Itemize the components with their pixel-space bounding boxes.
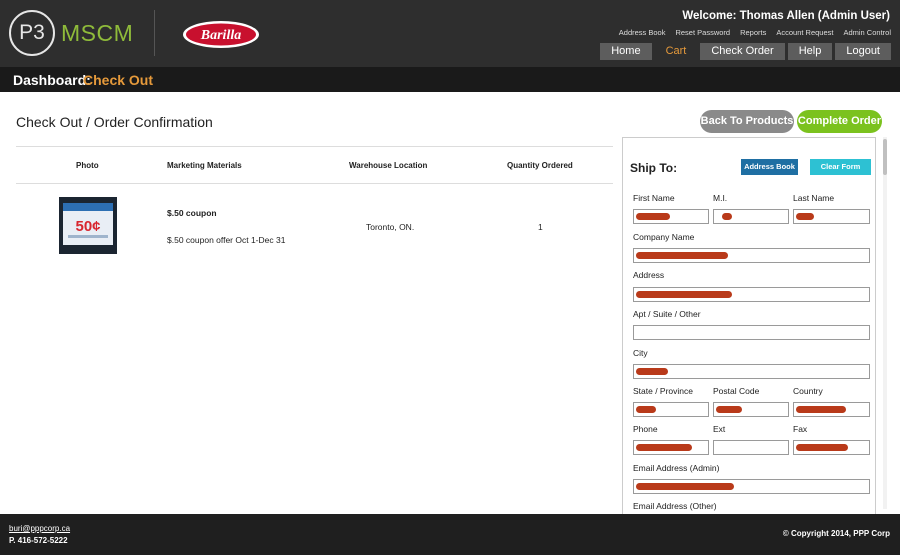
- footer-email-link[interactable]: buri@pppcorp.ca: [9, 524, 70, 533]
- column-header-materials: Marketing Materials: [167, 161, 242, 170]
- link-reset-password[interactable]: Reset Password: [675, 28, 730, 37]
- redaction-mark: [636, 368, 668, 375]
- phone-label: Phone: [633, 424, 658, 434]
- mi-label: M.I.: [713, 193, 728, 203]
- nav-cart[interactable]: Cart: [654, 43, 698, 60]
- barilla-logo: Barilla: [183, 21, 259, 48]
- svg-text:Barilla: Barilla: [200, 28, 241, 43]
- column-header-quantity: Quantity Ordered: [507, 161, 573, 170]
- last-name-label: Last Name: [793, 193, 835, 203]
- redaction-mark: [636, 252, 728, 259]
- link-account-request[interactable]: Account Request: [776, 28, 833, 37]
- logo-divider: [154, 10, 155, 56]
- nav-home[interactable]: Home: [600, 43, 652, 60]
- back-to-products-button[interactable]: Back To Products: [700, 110, 794, 133]
- dashboard-label: Dashboard:: [13, 72, 91, 88]
- clear-form-button[interactable]: Clear Form: [810, 159, 871, 175]
- main-nav: Home Cart Check Order Help Logout: [600, 43, 891, 60]
- complete-order-button[interactable]: Complete Order: [797, 110, 882, 133]
- state-label: State / Province: [633, 386, 694, 396]
- svg-text:50¢: 50¢: [75, 218, 100, 235]
- apt-field[interactable]: [633, 325, 870, 340]
- dashboard-bar: Dashboard: Check Out: [0, 67, 900, 92]
- address-field[interactable]: [633, 287, 870, 302]
- ext-field[interactable]: [713, 440, 789, 455]
- product-thumbnail[interactable]: 50¢: [59, 197, 117, 254]
- item-warehouse: Toronto, ON.: [366, 222, 415, 232]
- nav-logout[interactable]: Logout: [835, 43, 891, 60]
- footer-copyright: © Copyright 2014, PPP Corp: [782, 529, 890, 538]
- nav-help[interactable]: Help: [787, 43, 833, 60]
- nav-check-order[interactable]: Check Order: [700, 43, 785, 60]
- postal-label: Postal Code: [713, 386, 760, 396]
- scrollbar-track: [883, 137, 887, 509]
- last-name-field[interactable]: [793, 209, 870, 224]
- email-admin-label: Email Address (Admin): [633, 463, 720, 473]
- redaction-mark: [636, 406, 656, 413]
- ship-to-title: Ship To:: [630, 161, 678, 175]
- link-address-book[interactable]: Address Book: [619, 28, 666, 37]
- scrollbar-thumb[interactable]: [883, 139, 887, 175]
- table-header-rule: [16, 183, 613, 184]
- country-label: Country: [793, 386, 823, 396]
- p3-logo[interactable]: P3: [9, 10, 55, 56]
- city-label: City: [633, 348, 648, 358]
- footer: buri@pppcorp.ca P. 416-572-5222 © Copyri…: [0, 514, 900, 555]
- column-header-warehouse: Warehouse Location: [349, 161, 428, 170]
- city-field[interactable]: [633, 364, 870, 379]
- table-top-rule: [16, 146, 613, 147]
- redaction-mark: [796, 406, 846, 413]
- postal-field[interactable]: [713, 402, 789, 417]
- page-title: Check Out / Order Confirmation: [16, 114, 213, 130]
- state-field[interactable]: [633, 402, 709, 417]
- address-label: Address: [633, 270, 665, 280]
- item-name: $.50 coupon: [167, 208, 217, 218]
- top-links: Address Book Reset Password Reports Acco…: [619, 28, 891, 37]
- redaction-mark: [636, 483, 734, 490]
- link-reports[interactable]: Reports: [740, 28, 766, 37]
- top-header: P3 MSCM Barilla Welcome: Thomas Allen (A…: [0, 0, 900, 67]
- column-header-photo: Photo: [76, 161, 99, 170]
- app-logo-text: MSCM: [61, 20, 134, 46]
- redaction-mark: [796, 213, 814, 220]
- email-other-label: Email Address (Other): [633, 501, 717, 511]
- current-page-label: Check Out: [83, 72, 154, 88]
- redaction-mark: [796, 444, 848, 451]
- panel-scrollbar[interactable]: [880, 137, 888, 509]
- ship-to-panel: Ship To: Address Book Clear Form First N…: [622, 137, 876, 515]
- first-name-label: First Name: [633, 193, 675, 203]
- redaction-mark: [722, 213, 732, 220]
- footer-phone: P. 416-572-5222: [9, 536, 68, 545]
- item-description: $.50 coupon offer Oct 1-Dec 31: [167, 235, 286, 245]
- address-book-button[interactable]: Address Book: [741, 159, 798, 175]
- email-admin-field[interactable]: [633, 479, 870, 494]
- ext-label: Ext: [713, 424, 726, 434]
- redaction-mark: [716, 406, 742, 413]
- link-admin-control[interactable]: Admin Control: [843, 28, 891, 37]
- country-field[interactable]: [793, 402, 870, 417]
- phone-field[interactable]: [633, 440, 709, 455]
- company-field[interactable]: [633, 248, 870, 263]
- apt-label: Apt / Suite / Other: [633, 309, 701, 319]
- company-label: Company Name: [633, 232, 695, 242]
- item-quantity: 1: [538, 222, 543, 232]
- redaction-mark: [636, 213, 670, 220]
- welcome-text: Welcome: Thomas Allen (Admin User): [682, 10, 890, 22]
- fax-label: Fax: [793, 424, 808, 434]
- redaction-mark: [636, 291, 732, 298]
- fax-field[interactable]: [793, 440, 870, 455]
- mi-field[interactable]: [713, 209, 789, 224]
- first-name-field[interactable]: [633, 209, 709, 224]
- redaction-mark: [636, 444, 692, 451]
